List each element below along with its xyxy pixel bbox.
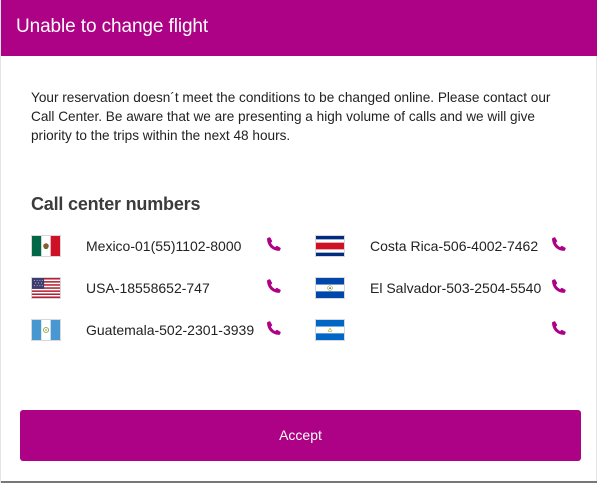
call-center-label: El Salvador-503-2504-5540 xyxy=(370,280,542,296)
phone-icon[interactable] xyxy=(551,236,567,252)
accept-button[interactable]: Accept xyxy=(20,410,581,461)
phone-icon[interactable] xyxy=(551,320,567,336)
el-salvador-flag-icon xyxy=(315,277,345,299)
dialog-title: Unable to change flight xyxy=(16,16,209,37)
phone-icon[interactable] xyxy=(551,278,567,294)
dialog-message: Your reservation doesn´t meet the condit… xyxy=(31,90,551,143)
call-center-label: Mexico-01(55)1102-8000 xyxy=(86,238,242,254)
nicaragua-flag-icon xyxy=(315,319,345,341)
call-center-heading: Call center numbers xyxy=(31,194,201,214)
phone-icon[interactable] xyxy=(266,320,282,336)
call-center-entry-guatemala: Guatemala-502-2301-3939 xyxy=(31,319,291,343)
call-center-entry-usa: USA-18558652-747 xyxy=(31,277,291,301)
phone-icon[interactable] xyxy=(266,278,282,294)
call-center-label: Guatemala-502-2301-3939 xyxy=(86,322,255,338)
usa-flag-icon xyxy=(31,277,61,299)
costa-rica-flag-icon xyxy=(315,235,345,257)
call-center-entry-nicaragua xyxy=(315,319,575,343)
call-center-label: USA-18558652-747 xyxy=(86,280,210,296)
call-center-label: Costa Rica-506-4002-7462 xyxy=(370,238,539,254)
call-center-entry-el-salvador: El Salvador-503-2504-5540 xyxy=(315,277,575,301)
call-center-entry-mexico: Mexico-01(55)1102-8000 xyxy=(31,235,291,259)
dialog-header: Unable to change flight xyxy=(1,0,597,56)
guatemala-flag-icon xyxy=(31,319,61,341)
call-center-entry-costa-rica: Costa Rica-506-4002-7462 xyxy=(315,235,575,259)
change-flight-dialog: Unable to change flight Your reservation… xyxy=(0,0,597,483)
mexico-flag-icon xyxy=(31,235,61,257)
phone-icon[interactable] xyxy=(266,236,282,252)
